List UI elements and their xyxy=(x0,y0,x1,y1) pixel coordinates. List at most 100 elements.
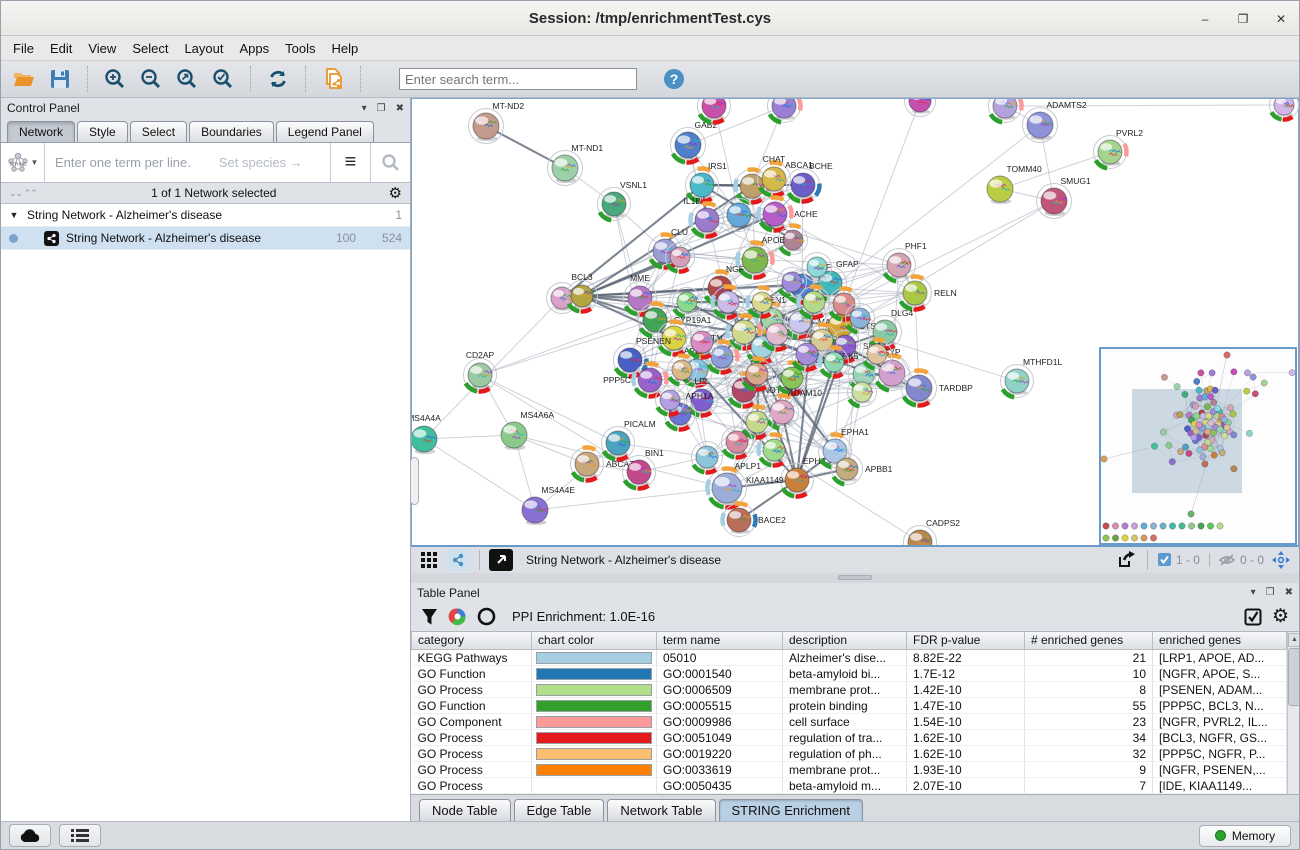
graph-node-tardbp[interactable] xyxy=(1231,431,1237,437)
chart-color-icon[interactable] xyxy=(448,607,467,626)
graph-node[interactable] xyxy=(1217,426,1223,432)
tab-boundaries[interactable]: Boundaries xyxy=(189,121,274,142)
string-db-selector[interactable]: STRING ▼ xyxy=(1,143,45,182)
graph-node-adamts2[interactable] xyxy=(1250,374,1256,380)
graph-node[interactable] xyxy=(846,304,875,333)
graph-node[interactable] xyxy=(1198,369,1204,375)
graph-node-picalm[interactable] xyxy=(1182,444,1188,450)
column-header[interactable]: description xyxy=(783,632,907,650)
zoom-selected-button[interactable] xyxy=(208,65,238,93)
tab-string-enrichment[interactable]: STRING Enrichment xyxy=(719,799,863,821)
graph-node[interactable] xyxy=(989,99,1022,123)
tab-node-table[interactable]: Node Table xyxy=(419,799,511,821)
table-row[interactable]: GO ProcessGO:0050435beta-amyloid m...2.0… xyxy=(412,778,1287,794)
graph-node[interactable] xyxy=(1221,416,1227,422)
graph-node[interactable] xyxy=(848,378,877,407)
graph-node-smug1[interactable] xyxy=(1252,390,1258,396)
string-view-button[interactable] xyxy=(446,549,470,571)
graph-node[interactable] xyxy=(673,288,702,317)
graph-node[interactable] xyxy=(1193,427,1199,433)
birdseye-toggle-button[interactable] xyxy=(1269,549,1293,571)
column-header[interactable]: FDR p-value xyxy=(907,632,1025,650)
graph-node[interactable] xyxy=(1224,424,1230,430)
graph-node[interactable] xyxy=(1202,393,1208,399)
table-row[interactable]: GO ComponentGO:0009986cell surface1.54E-… xyxy=(412,714,1287,730)
graph-node[interactable] xyxy=(778,268,807,297)
graph-node[interactable] xyxy=(742,406,773,437)
network-row-selected[interactable]: String Network - Alzheimer's disease 100… xyxy=(1,227,410,250)
graph-node[interactable] xyxy=(1270,99,1299,120)
menu-apps[interactable]: Apps xyxy=(232,39,278,58)
graph-node[interactable] xyxy=(863,340,892,369)
string-search-button[interactable] xyxy=(370,143,410,182)
graph-node-tomm40[interactable] xyxy=(1243,388,1249,394)
tab-style[interactable]: Style xyxy=(77,121,128,142)
search-input[interactable] xyxy=(399,68,637,90)
string-options-button[interactable]: ≡ xyxy=(330,143,370,182)
graph-node[interactable] xyxy=(1207,445,1213,451)
graph-node[interactable] xyxy=(819,348,848,377)
graph-node[interactable] xyxy=(742,358,773,389)
panel-splitter[interactable] xyxy=(411,573,1299,583)
graph-node[interactable] xyxy=(713,286,744,317)
graph-node-ache[interactable] xyxy=(1207,393,1213,399)
grid-view-button[interactable] xyxy=(417,549,441,571)
menu-file[interactable]: File xyxy=(5,39,42,58)
graph-node-mthfd1l[interactable]: MTHFD1L xyxy=(1001,357,1063,398)
string-query-input[interactable]: Enter one term per line. Set species → xyxy=(45,155,330,170)
graph-node-cadps2[interactable]: CADPS2 xyxy=(904,518,961,545)
expand-collapse-icons[interactable]: ⌄⌄ ⌃⌃ xyxy=(9,188,39,199)
column-header[interactable]: category xyxy=(412,632,532,650)
tab-select[interactable]: Select xyxy=(130,121,187,142)
graph-node-bcl3[interactable] xyxy=(1177,411,1183,417)
graph-node[interactable] xyxy=(748,288,777,317)
graph-node-cd2ap[interactable] xyxy=(1160,429,1166,435)
graph-node-mt-nd1[interactable]: MT-ND1 xyxy=(548,143,604,186)
zoom-in-button[interactable] xyxy=(100,65,130,93)
copy-network-button[interactable] xyxy=(318,65,348,93)
network-canvas[interactable]: MT-ND2MT-ND1VSNL1GAB2ADAMTS2SMUG1TOMM40P… xyxy=(411,98,1299,545)
gear-icon[interactable]: ⚙ xyxy=(389,186,402,201)
graph-node[interactable] xyxy=(666,243,695,272)
tab-legend-panel[interactable]: Legend Panel xyxy=(276,121,374,142)
graph-node-apbb1[interactable] xyxy=(1219,449,1225,455)
graph-node[interactable] xyxy=(668,356,697,385)
graph-node[interactable] xyxy=(1214,405,1220,411)
graph-node-il1b[interactable]: IL1B xyxy=(684,196,724,237)
menu-select[interactable]: Select xyxy=(124,39,176,58)
species-hint[interactable]: Set species → xyxy=(219,155,303,170)
graph-node[interactable] xyxy=(722,427,753,458)
panel-close-icon[interactable]: ✖ xyxy=(396,103,404,114)
export-network-button[interactable] xyxy=(1114,549,1138,571)
tab-network[interactable]: Network xyxy=(7,121,75,142)
graph-node[interactable] xyxy=(1231,368,1237,374)
graph-node[interactable] xyxy=(1244,369,1250,375)
graph-node[interactable] xyxy=(656,386,685,415)
graph-node-bche[interactable] xyxy=(1212,387,1218,393)
maximize-button[interactable]: ❐ xyxy=(1235,12,1251,26)
panel-menu-icon[interactable]: ▾ xyxy=(362,103,367,114)
graph-node[interactable] xyxy=(687,327,718,358)
collapse-triangle-icon[interactable]: ▼ xyxy=(1,210,27,220)
graph-node[interactable] xyxy=(759,434,790,465)
graph-node-pvrl2[interactable]: PVRL2 xyxy=(1094,128,1144,169)
graph-node-pvrl2[interactable] xyxy=(1261,379,1267,385)
menu-view[interactable]: View xyxy=(80,39,124,58)
menu-tools[interactable]: Tools xyxy=(277,39,323,58)
graph-node-ms4a6a[interactable] xyxy=(1166,442,1172,448)
save-session-button[interactable] xyxy=(45,65,75,93)
table-scrollbar[interactable]: ▲ xyxy=(1287,632,1299,795)
graph-node-irs1[interactable] xyxy=(1196,387,1202,393)
cloud-button[interactable] xyxy=(9,824,51,847)
graph-node-mthfd1l[interactable] xyxy=(1246,430,1252,436)
scroll-up-icon[interactable]: ▲ xyxy=(1288,633,1299,647)
graph-node-mt-nd2[interactable]: MT-ND2 xyxy=(469,101,525,144)
network-collection-row[interactable]: ▼ String Network - Alzheimer's disease 1 xyxy=(1,204,410,227)
graph-node-ms4a4a[interactable] xyxy=(1151,443,1157,449)
graph-node[interactable] xyxy=(1210,399,1216,405)
menu-help[interactable]: Help xyxy=(324,39,367,58)
graph-node[interactable] xyxy=(1205,428,1211,434)
graph-node-apoe[interactable] xyxy=(1204,403,1210,409)
table-row[interactable]: GO FunctionGO:0001540beta-amyloid bi...1… xyxy=(412,666,1287,682)
graph-node-bace2[interactable] xyxy=(1202,460,1208,466)
